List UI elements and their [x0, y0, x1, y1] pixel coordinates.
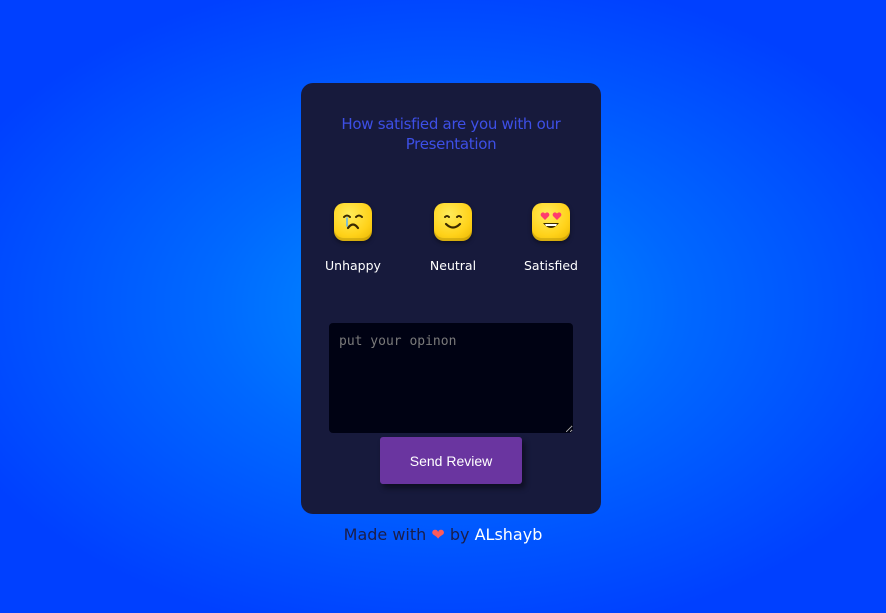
- footer: Made with ❤ by ALshayb: [0, 525, 886, 544]
- heart-eyes-face-icon: [532, 203, 570, 241]
- rating-label: Neutral: [429, 258, 477, 273]
- rating-label: Unhappy: [325, 258, 381, 273]
- sad-face-icon: [334, 203, 372, 241]
- rating-satisfied[interactable]: Satisfied: [511, 203, 591, 273]
- feedback-card: How satisfied are you with our Presentat…: [301, 83, 601, 514]
- by-text: by: [449, 525, 470, 544]
- rating-unhappy[interactable]: Unhappy: [313, 203, 393, 273]
- author-name: ALshayb: [474, 525, 543, 544]
- question-text: How satisfied are you with our Presentat…: [341, 115, 561, 153]
- smiling-face-icon: [434, 203, 472, 241]
- send-review-button[interactable]: Send Review: [380, 437, 522, 484]
- rating-neutral[interactable]: Neutral: [413, 203, 493, 273]
- made-with-text: Made with: [343, 525, 427, 544]
- opinion-textarea[interactable]: [329, 323, 573, 433]
- heart-icon: ❤: [431, 525, 445, 544]
- rating-label: Satisfied: [524, 258, 578, 273]
